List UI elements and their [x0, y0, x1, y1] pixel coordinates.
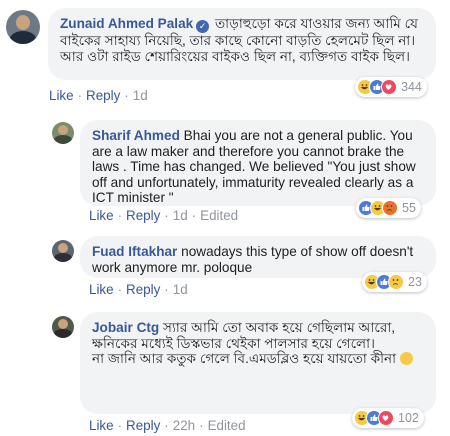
comment-jobair: Jobair Ctg স্যার আমি তো অবাক হয়ে গেছিলা…: [0, 306, 450, 436]
reaction-count: 344: [401, 80, 422, 94]
comment-actions: Like · Reply · 1d: [89, 282, 188, 297]
comment-bubble: Jobair Ctg স্যার আমি তো অবাক হয়ে গেছিলা…: [80, 312, 436, 414]
comment-sharif: Sharif Ahmed Bhai you are not a general …: [0, 108, 450, 226]
love-reaction-icon: [378, 410, 394, 426]
comment-bubble: Zunaid Ahmed Palak ✓ তাড়াহুড়ো করে যাওয়…: [48, 8, 436, 80]
comment-bubble: Sharif Ahmed Bhai you are not a general …: [80, 120, 436, 206]
avatar[interactable]: [52, 316, 74, 338]
reply-link[interactable]: Reply: [86, 88, 120, 103]
like-link[interactable]: Like: [49, 88, 74, 103]
angry-reaction-icon: [382, 200, 398, 216]
like-link[interactable]: Like: [89, 282, 114, 297]
comment-actions: Like · Reply · 22h · Edited: [89, 418, 246, 433]
comment-author[interactable]: Zunaid Ahmed Palak: [60, 16, 193, 31]
verified-badge-icon: ✓: [196, 20, 210, 33]
avatar[interactable]: [52, 240, 74, 262]
reaction-count: 55: [402, 201, 416, 215]
love-reaction-icon: [381, 79, 397, 95]
avatar[interactable]: [52, 122, 74, 144]
comment-time[interactable]: 1d: [133, 88, 148, 103]
comment-time[interactable]: 1d: [173, 282, 188, 297]
comment-fuad: Fuad Iftakhar nowadays this type of show…: [0, 230, 450, 302]
reaction-summary[interactable]: 55: [356, 198, 421, 218]
comment-actions: Like · Reply · 1d: [49, 88, 148, 103]
comment-time[interactable]: 22h: [173, 418, 195, 433]
sad-reaction-icon: [388, 274, 404, 290]
edited-label[interactable]: Edited: [208, 418, 246, 433]
comment-author[interactable]: Jobair Ctg: [92, 320, 159, 335]
reply-link[interactable]: Reply: [126, 208, 160, 223]
edited-label[interactable]: Edited: [200, 208, 238, 223]
avatar[interactable]: [6, 10, 40, 44]
comment-time[interactable]: 1d: [173, 208, 188, 223]
reaction-count: 102: [398, 411, 419, 425]
reaction-summary[interactable]: 102: [352, 408, 424, 428]
smile-emoji-icon: [399, 352, 413, 366]
reply-link[interactable]: Reply: [126, 418, 160, 433]
like-link[interactable]: Like: [89, 208, 114, 223]
comment-author[interactable]: Fuad Iftakhar: [92, 244, 177, 259]
reply-link[interactable]: Reply: [126, 282, 160, 297]
comment-actions: Like · Reply · 1d · Edited: [89, 208, 239, 223]
reaction-summary[interactable]: 23: [362, 272, 427, 292]
reaction-summary[interactable]: 344: [355, 77, 427, 97]
comment-author[interactable]: Sharif Ahmed: [92, 128, 180, 143]
reaction-count: 23: [408, 275, 422, 289]
like-link[interactable]: Like: [89, 418, 114, 433]
comment-zunaid: Zunaid Ahmed Palak ✓ তাড়াহুড়ো করে যাওয়…: [0, 0, 450, 108]
